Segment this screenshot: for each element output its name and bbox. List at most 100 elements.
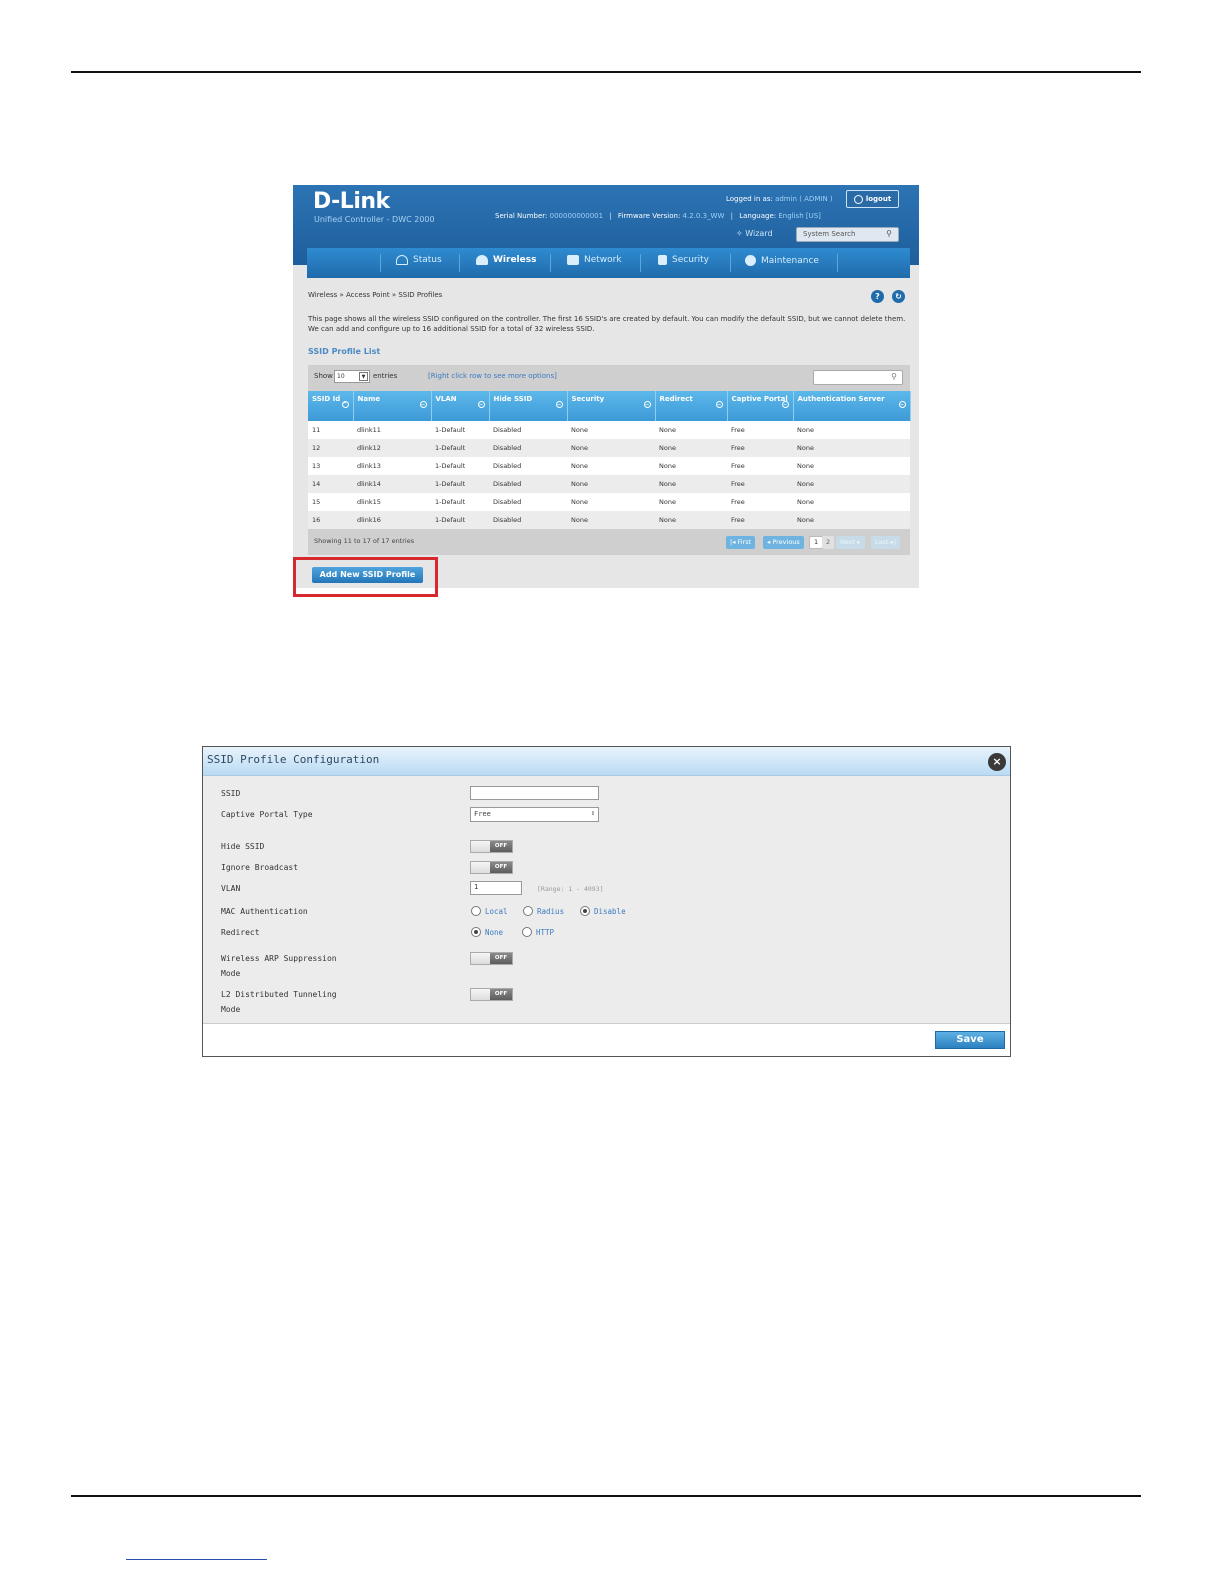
table-cell: None	[655, 475, 727, 493]
ssid-input[interactable]	[470, 786, 599, 800]
column-header-label: Redirect	[659, 395, 693, 403]
column-header[interactable]: Captive Portal −	[727, 391, 794, 421]
language-link[interactable]: English [US]	[778, 212, 821, 220]
column-header[interactable]: VLAN −	[431, 391, 490, 421]
table-cell: None	[793, 511, 910, 529]
previous-page-button[interactable]: ◂ Previous	[763, 536, 804, 549]
nav-item-maintenance[interactable]: Maintenance	[745, 255, 819, 266]
table-row[interactable]: 13 dlink13 1-Default Disabled None None Free No…	[308, 457, 910, 475]
table-cell: Free	[727, 511, 793, 529]
redirect-http-radio[interactable]: HTTP	[522, 927, 554, 937]
firmware-label: Firmware Version:	[617, 212, 681, 220]
column-header[interactable]: SSID Id ^	[308, 391, 354, 421]
save-button[interactable]: Save	[935, 1031, 1005, 1049]
mac-auth-local-radio[interactable]: Local	[471, 906, 508, 916]
column-header-label: Name	[357, 395, 381, 403]
table-cell: Free	[727, 457, 793, 475]
table-row[interactable]: 12 dlink12 1-Default Disabled None None Free No…	[308, 439, 910, 457]
redirect-none-radio[interactable]: None	[471, 927, 503, 937]
hide-ssid-label: Hide SSID	[221, 842, 265, 851]
table-cell: None	[655, 457, 727, 475]
table-row[interactable]: 11 dlink11 1-Default Disabled None None Free No…	[308, 421, 910, 439]
table-cell: 1-Default	[431, 421, 489, 439]
captive-portal-type-label: Captive Portal Type	[221, 810, 313, 819]
last-page-button[interactable]: Last ▸|	[871, 536, 901, 549]
toggle-off-label: OFF	[490, 953, 512, 964]
table-row[interactable]: 16 dlink16 1-Default Disabled None None Free No…	[308, 511, 910, 529]
table-row[interactable]: 15 dlink15 1-Default Disabled None None Free No…	[308, 493, 910, 511]
nav-item-status[interactable]: Status	[396, 255, 442, 265]
close-icon[interactable]: ×	[988, 753, 1006, 771]
vlan-input[interactable]: 1	[470, 881, 522, 895]
table-cell: None	[793, 457, 910, 475]
mac-auth-disable-radio[interactable]: Disable	[580, 906, 626, 916]
show-label: Show	[314, 372, 333, 380]
entries-select[interactable]: 10 ▼	[334, 370, 370, 383]
l2-distributed-tunneling-toggle[interactable]: OFF	[470, 988, 513, 1001]
breadcrumb: Wireless » Access Point » SSID Profiles	[308, 291, 443, 299]
mac-auth-radius-radio[interactable]: Radius	[523, 906, 564, 916]
divider: |	[730, 212, 733, 220]
showing-info: Showing 11 to 17 of 17 entries	[314, 537, 415, 545]
column-header[interactable]: Hide SSID −	[489, 391, 568, 421]
next-icon: ▸	[855, 538, 861, 546]
wifi-icon	[476, 255, 488, 265]
entries-label: entries	[373, 372, 398, 380]
table-cell: 1-Default	[431, 475, 489, 493]
table-cell: Free	[727, 421, 793, 439]
chevron-updown-icon: ⇕	[590, 809, 595, 817]
next-page-button[interactable]: Next ▸	[836, 536, 865, 549]
nav-item-wireless[interactable]: Wireless	[476, 255, 536, 265]
column-header[interactable]: Authentication Server −	[793, 391, 911, 421]
logout-button[interactable]: logout	[846, 190, 899, 208]
column-header-label: Hide SSID	[493, 395, 533, 403]
toggle-off-label: OFF	[490, 989, 512, 1000]
column-header-label: Captive Portal	[731, 395, 788, 403]
ssid-profile-list-screenshot: D-Link Unified Controller - DWC 2000 Ser…	[293, 185, 919, 588]
hide-ssid-toggle[interactable]: OFF	[470, 840, 513, 853]
captive-portal-type-value: Free	[474, 810, 491, 818]
help-icon[interactable]: ?	[871, 290, 884, 303]
ignore-broadcast-toggle[interactable]: OFF	[470, 861, 513, 874]
network-icon	[567, 255, 579, 265]
table-cell: 11	[308, 421, 353, 439]
last-icon: ▸|	[888, 538, 897, 546]
page-2-button[interactable]: 2	[822, 536, 835, 549]
gauge-icon	[396, 255, 408, 265]
sort-icon: −	[477, 401, 485, 408]
radio-label: HTTP	[536, 927, 555, 937]
column-header[interactable]: Name −	[353, 391, 432, 421]
table-cell: None	[567, 439, 655, 457]
table-row[interactable]: 14 dlink14 1-Default Disabled None None Free No…	[308, 475, 910, 493]
wizard-link[interactable]: ✧ Wizard	[736, 229, 773, 238]
wireless-arp-suppression-toggle[interactable]: OFF	[470, 952, 513, 965]
gear-icon	[745, 255, 756, 266]
radio-button-selected	[580, 906, 590, 916]
first-page-button[interactable]: |◂ First	[726, 536, 756, 549]
refresh-icon[interactable]: ↻	[892, 290, 905, 303]
table-cell: 12	[308, 439, 353, 457]
pager-label: Previous	[772, 538, 800, 546]
redirect-label: Redirect	[221, 928, 260, 937]
table-cell: None	[793, 439, 910, 457]
system-search-input[interactable]: System Search ⚲	[796, 227, 899, 242]
nav-item-security[interactable]: Security	[658, 255, 709, 265]
sort-icon: ^	[341, 401, 349, 408]
column-header[interactable]: Redirect −	[655, 391, 728, 421]
logged-in-info: Logged in as: admin ( ADMIN )	[726, 195, 833, 203]
column-header[interactable]: Security −	[567, 391, 656, 421]
captive-portal-type-select[interactable]: Free ⇕	[470, 807, 599, 822]
right-click-hint: [Right click row to see more options]	[428, 372, 557, 380]
device-info: Serial Number: 000000000001 | Firmware V…	[495, 212, 821, 220]
nav-item-network[interactable]: Network	[567, 255, 622, 265]
logged-in-user: admin ( ADMIN )	[775, 195, 833, 203]
table-search-input[interactable]: ⚲	[813, 370, 903, 385]
l2-distributed-tunneling-label-line2: Mode	[221, 1005, 241, 1014]
column-header-label: Security	[571, 395, 605, 403]
wireless-arp-suppression-label-line2: Mode	[221, 969, 241, 978]
page-bottom-rule	[71, 1495, 1141, 1497]
radio-label: Disable	[594, 906, 626, 916]
table-cell: dlink14	[353, 475, 431, 493]
table-cell: dlink15	[353, 493, 431, 511]
divider: |	[609, 212, 612, 220]
